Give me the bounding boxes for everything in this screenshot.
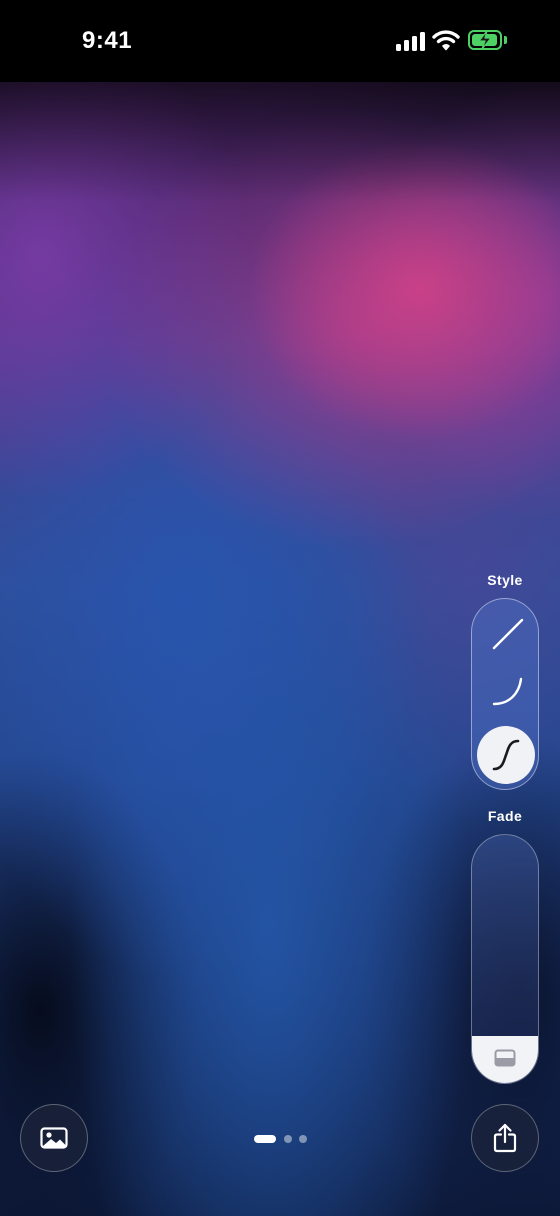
share-button[interactable] (471, 1104, 539, 1172)
page-dot-1[interactable] (254, 1135, 276, 1143)
photo-icon (40, 1127, 68, 1149)
wifi-icon (432, 30, 460, 51)
photo-gallery-button[interactable] (20, 1104, 88, 1172)
top-shade (0, 82, 560, 202)
charging-bolt-icon (478, 30, 492, 50)
page-dot-2[interactable] (284, 1135, 292, 1143)
status-time: 9:41 (82, 27, 133, 54)
style-label: Style (487, 572, 523, 588)
cellular-signal-icon (396, 31, 426, 51)
rectangle-half-icon (494, 1049, 516, 1067)
style-option-linear[interactable] (477, 604, 535, 662)
style-option-s-curve[interactable] (477, 726, 535, 784)
ease-curve-icon (492, 677, 523, 706)
fade-slider[interactable] (471, 834, 539, 1084)
style-picker (471, 598, 539, 790)
linear-curve-icon (492, 618, 524, 650)
page-dot-3[interactable] (299, 1135, 307, 1143)
s-curve-icon (492, 739, 520, 771)
wallpaper-editor-screen: 9:41 Style Fade (0, 0, 560, 1216)
share-icon (493, 1123, 517, 1153)
battery-nub (504, 36, 507, 44)
status-bar: 9:41 (0, 0, 560, 82)
fade-label: Fade (487, 808, 523, 824)
style-option-ease[interactable] (477, 662, 535, 720)
